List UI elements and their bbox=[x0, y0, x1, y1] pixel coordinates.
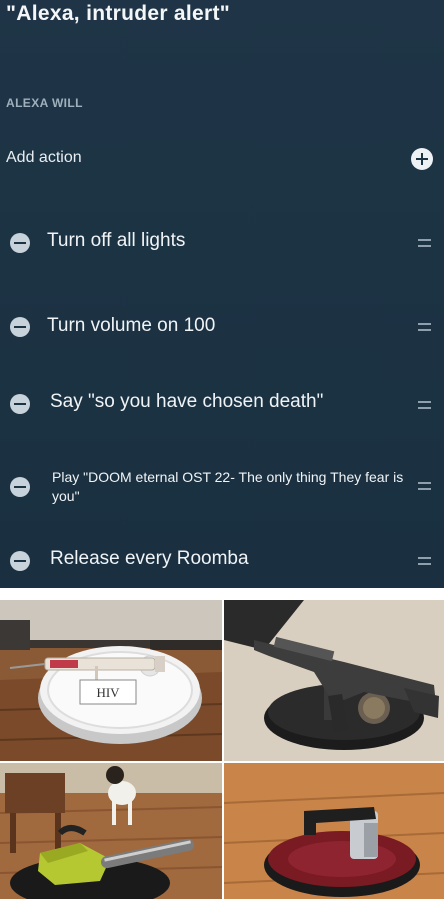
photo-roomba-chainsaw bbox=[0, 763, 222, 899]
alexa-routine-panel: "Alexa, intruder alert" ALEXA WILL Add a… bbox=[0, 0, 444, 588]
photo-roomba-pistol bbox=[224, 763, 444, 899]
syringe-hiv-label: HIV bbox=[96, 685, 120, 700]
routine-title: "Alexa, intruder alert" bbox=[6, 2, 231, 25]
action-row-lights[interactable]: Turn off all lights bbox=[0, 215, 444, 271]
action-row-roomba[interactable]: Release every Roomba bbox=[0, 533, 444, 588]
action-row-volume[interactable]: Turn volume on 100 bbox=[0, 300, 444, 356]
add-action-row[interactable]: Add action bbox=[0, 142, 444, 176]
remove-circle-icon[interactable] bbox=[10, 551, 30, 571]
section-header-alexa-will: ALEXA WILL bbox=[6, 96, 83, 110]
action-label: Release every Roomba bbox=[50, 548, 249, 569]
drag-handle-icon[interactable] bbox=[418, 557, 431, 565]
drag-handle-icon[interactable] bbox=[418, 482, 431, 490]
photo-grid: HIV bbox=[0, 600, 444, 899]
action-label: Turn off all lights bbox=[47, 230, 186, 251]
drag-handle-icon[interactable] bbox=[418, 401, 431, 409]
photo-roomba-syringe: HIV bbox=[0, 600, 222, 761]
drag-handle-icon[interactable] bbox=[418, 323, 431, 331]
remove-circle-icon[interactable] bbox=[10, 477, 30, 497]
drag-handle-icon[interactable] bbox=[418, 239, 431, 247]
plus-circle-icon[interactable] bbox=[411, 148, 433, 170]
action-label: Play "DOOM eternal OST 22- The only thin… bbox=[52, 469, 404, 504]
action-row-say[interactable]: Say "so you have chosen death" bbox=[0, 376, 444, 432]
action-label: Say "so you have chosen death" bbox=[50, 391, 324, 412]
remove-circle-icon[interactable] bbox=[10, 317, 30, 337]
remove-circle-icon[interactable] bbox=[10, 233, 30, 253]
action-row-play[interactable]: Play "DOOM eternal OST 22- The only thin… bbox=[0, 458, 444, 518]
remove-circle-icon[interactable] bbox=[10, 394, 30, 414]
action-label: Turn volume on 100 bbox=[47, 315, 216, 336]
add-action-label: Add action bbox=[6, 149, 82, 166]
photo-roomba-rifle bbox=[224, 600, 444, 761]
